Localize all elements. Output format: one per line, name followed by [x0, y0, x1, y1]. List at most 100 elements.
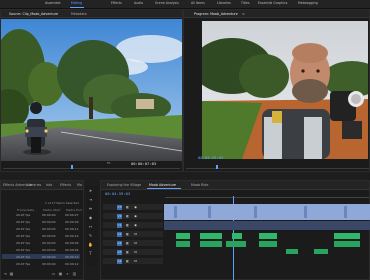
timeline-ruler[interactable]: [165, 197, 369, 198]
project-row[interactable]: 29.97 fps 00:00:00 00:00:09: [2, 219, 80, 224]
tab-exploring-village[interactable]: Exploring the Village: [107, 183, 141, 187]
project-row[interactable]: 29.97 fps 00:00:00 00:00:06: [2, 240, 80, 245]
search-icon[interactable]: ⌕: [65, 271, 70, 276]
new-bin-icon[interactable]: ▭: [51, 271, 56, 276]
project-row[interactable]: 29.97 fps 00:00:00 00:00:11: [2, 226, 80, 231]
video-clip-edit[interactable]: [254, 206, 257, 218]
mute-icon[interactable]: M: [133, 232, 138, 237]
tab-ma[interactable]: Ma: [77, 183, 82, 187]
eye-icon[interactable]: ◉: [133, 223, 138, 228]
mute-icon[interactable]: M: [133, 259, 138, 264]
tab-program[interactable]: Program: Moab_Adventure: [194, 12, 238, 16]
track-header[interactable]: A1 ◧ M: [103, 231, 163, 238]
nav-essential-graphics[interactable]: Essential Graphics: [258, 1, 287, 5]
trash-icon[interactable]: ▥: [72, 271, 77, 276]
pen-tool-icon[interactable]: ✎: [87, 233, 94, 239]
track-label[interactable]: V3: [117, 205, 122, 210]
audio-clip[interactable]: [200, 233, 222, 239]
project-row[interactable]: 29.97 fps 00:00:00 00:00:04: [2, 247, 80, 252]
audio-clips-area[interactable]: [164, 231, 370, 267]
project-row[interactable]: 29.97 fps 00:00:00 00:00:12: [2, 261, 80, 266]
video-clip-edit[interactable]: [304, 206, 307, 218]
track-header[interactable]: A3 ◧ M: [103, 249, 163, 256]
lock-icon[interactable]: ◧: [125, 223, 130, 228]
video-clip-edit[interactable]: [174, 206, 177, 218]
project-row[interactable]: 29.97 fps 00:00:00 00:00:14: [2, 233, 80, 238]
source-video-frame[interactable]: [1, 19, 182, 161]
nav-titles[interactable]: Titles: [241, 1, 250, 5]
audio-clip[interactable]: [232, 233, 242, 239]
video-clip-strip[interactable]: [164, 204, 370, 220]
tab-libraries[interactable]: Libraries: [27, 183, 41, 187]
tab-effects[interactable]: Effects: [60, 183, 71, 187]
slip-tool-icon[interactable]: ↔: [87, 224, 94, 230]
eye-icon[interactable]: ◉: [133, 214, 138, 219]
lock-icon[interactable]: ◧: [125, 214, 130, 219]
razor-tool-icon[interactable]: ◆: [87, 215, 94, 221]
selection-tool-icon[interactable]: ➤: [87, 188, 94, 194]
lock-icon[interactable]: ◧: [125, 241, 130, 246]
track-label[interactable]: V2: [117, 214, 122, 219]
program-time-ruler[interactable]: [186, 168, 369, 169]
project-row[interactable]: 29.97 fps 00:00:00 00:00:10: [2, 254, 80, 259]
audio-clip[interactable]: [176, 233, 190, 239]
track-label[interactable]: A3: [117, 250, 122, 255]
tab-info[interactable]: Info: [46, 183, 52, 187]
tab-moab-adventure[interactable]: Moab Adventure: [149, 183, 176, 187]
program-video-frame[interactable]: [202, 21, 368, 159]
nav-effects[interactable]: Effects: [111, 1, 122, 5]
mute-icon[interactable]: M: [133, 250, 138, 255]
list-view-icon[interactable]: ≡: [3, 271, 8, 276]
tab-source[interactable]: Source: Clip_Moab_Adventure: [9, 12, 58, 16]
nav-scene-analysis[interactable]: Scene Analysis: [155, 1, 179, 5]
track-label[interactable]: V1: [117, 223, 122, 228]
track-label[interactable]: A1: [117, 232, 122, 237]
tab-metadata[interactable]: Metadata: [71, 12, 87, 16]
audio-clip[interactable]: [176, 241, 190, 247]
track-header[interactable]: V1 ◧ ◉: [103, 222, 163, 229]
type-tool-icon[interactable]: T: [87, 251, 94, 257]
track-header[interactable]: V3 ◧ ◉: [103, 204, 163, 211]
video-clips-area[interactable]: [164, 204, 370, 220]
track-label[interactable]: A4: [117, 259, 122, 264]
program-playhead[interactable]: [216, 165, 218, 169]
hand-tool-icon[interactable]: ✋: [87, 242, 94, 248]
tab-moab-ride[interactable]: Moab Ride: [191, 183, 208, 187]
video-clip-edit[interactable]: [344, 206, 347, 218]
nav-all-items[interactable]: All Items: [191, 1, 205, 5]
lock-icon[interactable]: ◧: [125, 232, 130, 237]
source-time-ruler[interactable]: [3, 168, 180, 169]
source-timecode[interactable]: 00:00:07:03: [131, 161, 156, 166]
lock-icon[interactable]: ◧: [125, 259, 130, 264]
audio-clip[interactable]: [334, 241, 360, 247]
program-timecode[interactable]: 00:04:59:03: [198, 155, 223, 160]
nav-audio[interactable]: Audio: [134, 1, 143, 5]
program-menu-icon[interactable]: ≡: [242, 12, 245, 16]
nav-libraries[interactable]: Libraries: [217, 1, 231, 5]
nav-editing[interactable]: Editing: [71, 1, 82, 5]
ripple-edit-icon[interactable]: ⇹: [87, 206, 94, 212]
source-playhead[interactable]: [71, 165, 73, 169]
track-header[interactable]: V2 ◧ ◉: [103, 213, 163, 220]
project-row[interactable]: 29.97 fps 00:00:00 00:00:07: [2, 212, 80, 217]
track-label[interactable]: A2: [117, 241, 122, 246]
timeline-timecode[interactable]: 00:04:59:03: [105, 191, 130, 196]
audio-clip[interactable]: [259, 233, 277, 239]
audio-clip[interactable]: [314, 249, 328, 254]
audio-clip[interactable]: [334, 233, 360, 239]
track-header[interactable]: A2 ◧ M: [103, 240, 163, 247]
lock-icon[interactable]: ◧: [125, 205, 130, 210]
new-item-icon[interactable]: ▣: [58, 271, 63, 276]
nav-assemble[interactable]: Assemble: [45, 1, 60, 5]
lock-icon[interactable]: ◧: [125, 250, 130, 255]
mute-icon[interactable]: M: [133, 241, 138, 246]
icon-view-icon[interactable]: ▦: [9, 271, 14, 276]
source-fit-select[interactable]: Fit: [107, 161, 111, 165]
audio-clip[interactable]: [200, 241, 222, 247]
eye-icon[interactable]: ◉: [133, 205, 138, 210]
audio-clip[interactable]: [226, 241, 246, 247]
video-track-v1[interactable]: [164, 221, 370, 230]
track-header[interactable]: A4 ◧ M: [103, 258, 163, 265]
nav-metalogging[interactable]: Metalogging: [298, 1, 318, 5]
track-select-icon[interactable]: ⇥: [87, 197, 94, 203]
